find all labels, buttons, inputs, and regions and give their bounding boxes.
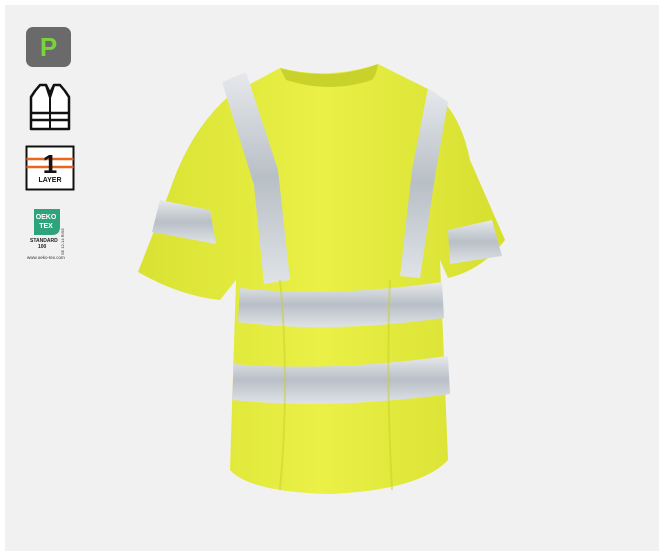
- pro-badge-label: P: [39, 31, 58, 62]
- oeko-brand: OEKO: [36, 214, 57, 221]
- oeko-tex-logo-icon: OEKO TEX: [34, 209, 60, 235]
- layer-1-icon: 1: [25, 145, 75, 191]
- oeko-url: www.oeko-tex.com: [27, 255, 65, 260]
- pro-badge-icon: P: [26, 27, 71, 67]
- oeko-standard-number: 100: [38, 244, 47, 250]
- layer-label: LAYER: [38, 177, 62, 184]
- hi-vis-vest-icon: [29, 83, 71, 131]
- layer-number: 1: [43, 149, 57, 179]
- oeko-side-code: SE 12-14 RISE: [60, 228, 65, 256]
- oeko-tex: TEX: [39, 223, 53, 230]
- oeko-standard: STANDARD 100: [30, 238, 58, 250]
- hi-vis-t-shirt-image: [138, 64, 505, 494]
